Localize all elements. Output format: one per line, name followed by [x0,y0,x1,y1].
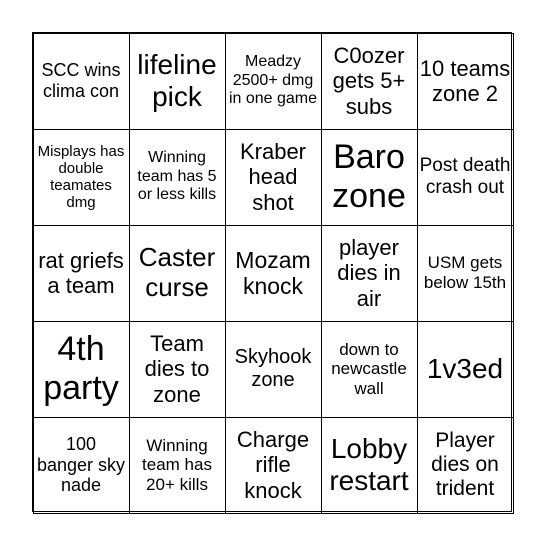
bingo-cell[interactable]: Meadzy 2500+ dmg in one game [224,32,322,130]
bingo-cell[interactable]: Player dies on trident [416,416,514,514]
bingo-cell[interactable]: Skyhook zone [224,320,322,418]
bingo-cell[interactable]: Charge rifle knock [224,416,322,514]
bingo-cell[interactable]: Winning team has 5 or less kills [128,128,226,226]
bingo-cell[interactable]: lifeline pick [128,32,226,130]
bingo-cell[interactable]: C0ozer gets 5+ subs [320,32,418,130]
bingo-card: SCC wins clima con lifeline pick Meadzy … [32,32,514,514]
bingo-cell[interactable]: Kraber head shot [224,128,322,226]
bingo-cell[interactable]: USM gets below 15th [416,224,514,322]
bingo-cell[interactable]: Caster curse [128,224,226,322]
bingo-cell[interactable]: rat griefs a team [32,224,130,322]
bingo-cell[interactable]: 4th party [32,320,130,418]
bingo-cell[interactable]: Team dies to zone [128,320,226,418]
bingo-cell[interactable]: Winning team has 20+ kills [128,416,226,514]
bingo-cell[interactable]: Post death crash out [416,128,514,226]
bingo-cell[interactable]: down to newcastle wall [320,320,418,418]
bingo-cell[interactable]: Baro zone [320,128,418,226]
bingo-cell[interactable]: player dies in air [320,224,418,322]
bingo-cell[interactable]: Misplays has double teamates dmg [32,128,130,226]
bingo-cell[interactable]: 1v3ed [416,320,514,418]
bingo-cell[interactable]: 10 teams zone 2 [416,32,514,130]
bingo-cell[interactable]: 100 banger sky nade [32,416,130,514]
bingo-cell[interactable]: Mozam knock [224,224,322,322]
bingo-cell[interactable]: SCC wins clima con [32,32,130,130]
bingo-cell[interactable]: Lobby restart [320,416,418,514]
